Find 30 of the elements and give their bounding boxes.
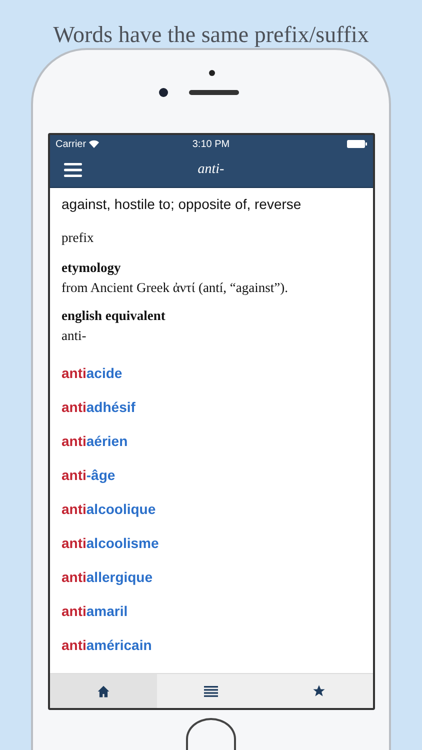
time-label: 3:10 PM bbox=[192, 138, 230, 150]
word-link[interactable]: antialcoolisme bbox=[62, 526, 360, 560]
sensor-dot bbox=[209, 70, 215, 76]
nav-title: anti- bbox=[196, 162, 226, 178]
menu-icon[interactable] bbox=[64, 163, 82, 177]
word-link[interactable]: antiacide bbox=[62, 356, 360, 390]
wifi-icon bbox=[89, 140, 100, 148]
word-link[interactable]: antiamaril bbox=[62, 594, 360, 628]
section-heading: english equivalent bbox=[62, 308, 166, 324]
word-link[interactable]: anti-âge bbox=[62, 458, 360, 492]
list-icon bbox=[204, 686, 218, 696]
caption: Words have the same prefix/suffix bbox=[53, 22, 369, 48]
word-link[interactable]: antiallergique bbox=[62, 560, 360, 594]
section-text: anti- bbox=[62, 328, 88, 344]
word-link[interactable]: antiaméricain bbox=[62, 628, 360, 662]
carrier-label: Carrier bbox=[56, 138, 86, 150]
section-text: from Ancient Greek ἀντί (antí, “against”). bbox=[62, 280, 290, 296]
home-button[interactable] bbox=[186, 718, 236, 750]
speaker-slot bbox=[189, 90, 239, 95]
definition-text: against, hostile to; opposite of, reverse bbox=[62, 196, 302, 212]
star-icon bbox=[312, 684, 326, 698]
part-of-speech: prefix bbox=[62, 230, 95, 246]
tab-button[interactable] bbox=[50, 674, 158, 708]
battery-icon bbox=[346, 140, 366, 148]
section-heading: etymology bbox=[62, 260, 122, 276]
word-link[interactable]: antiadhésif bbox=[62, 390, 360, 424]
word-link[interactable]: antiaérien bbox=[62, 424, 360, 458]
home-icon bbox=[96, 684, 110, 698]
camera-dot bbox=[159, 88, 168, 97]
word-link[interactable]: antialcoolique bbox=[62, 492, 360, 526]
